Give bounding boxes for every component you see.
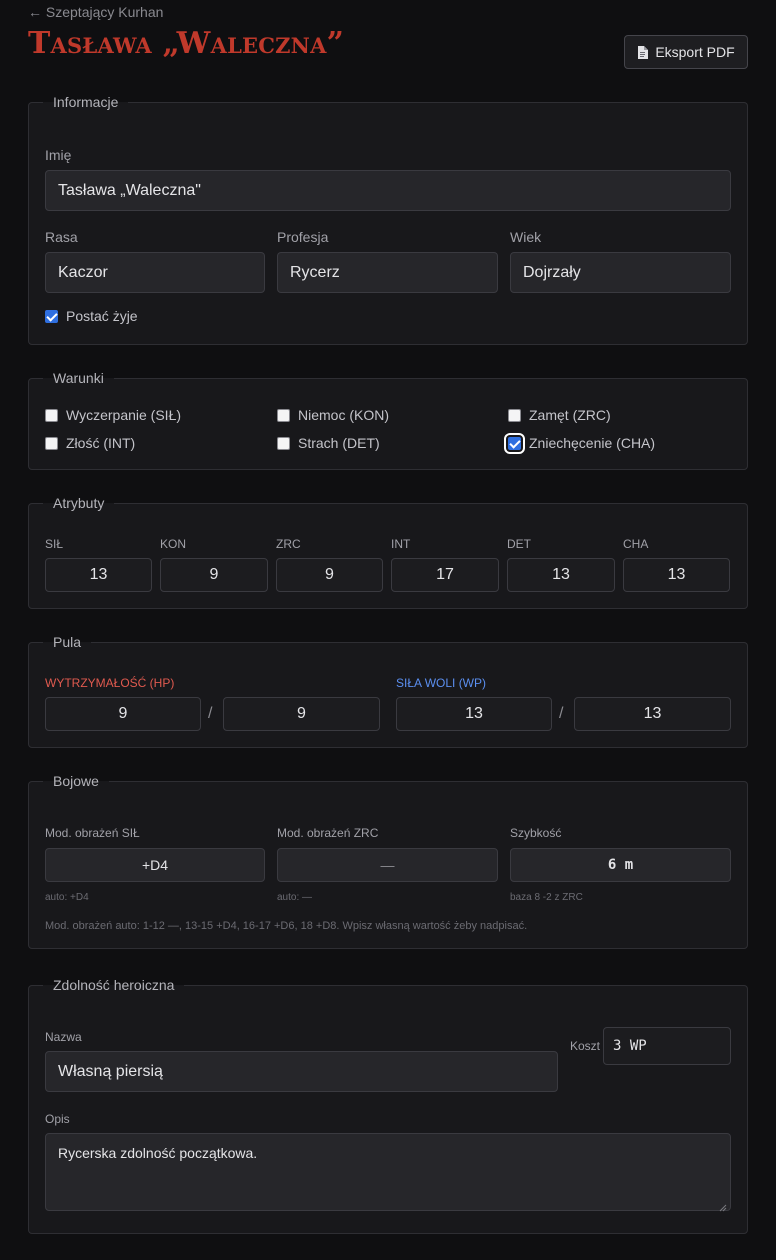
hp-max-input[interactable]: 9 <box>223 697 380 731</box>
attr-input-cha[interactable]: 13 <box>623 558 730 592</box>
heroic-cost-input[interactable]: 3 WP <box>603 1027 731 1065</box>
race-label: Rasa <box>45 229 78 245</box>
resize-grip-icon[interactable] <box>719 1199 727 1212</box>
condition-dazed[interactable]: Zamęt (ZRC) <box>508 407 611 423</box>
attr-label-con: KON <box>160 537 187 551</box>
wp-separator: / <box>559 705 564 722</box>
attributes-legend: Atrybuty <box>53 495 105 511</box>
alive-checkbox[interactable]: Postać żyje <box>45 308 138 324</box>
document-icon <box>637 45 649 59</box>
attr-input-int[interactable]: 17 <box>391 558 499 592</box>
wp-label: SIŁA WOLI (WP) <box>396 676 487 690</box>
agl-damage-mod-input[interactable]: — <box>277 848 498 882</box>
race-input[interactable]: Kaczor <box>45 252 265 293</box>
conditions-legend: Warunki <box>53 370 104 386</box>
condition-exhausted[interactable]: Wyczerpanie (SIŁ) <box>45 407 181 423</box>
speed-hint: baza 8 -2 z ZRC <box>510 892 583 903</box>
profession-input[interactable]: Rycerz <box>277 252 498 293</box>
wp-current-input[interactable]: 13 <box>396 697 552 731</box>
attr-label-cha: CHA <box>623 537 649 551</box>
condition-checkbox-box[interactable] <box>508 408 521 422</box>
export-pdf-button[interactable]: Eksport PDF <box>624 35 748 69</box>
attr-input-wil[interactable]: 13 <box>507 558 615 592</box>
age-input[interactable]: Dojrzały <box>510 252 731 293</box>
speed-label: Szybkość <box>510 826 562 840</box>
back-link[interactable]: ← Szeptający Kurhan <box>28 4 163 20</box>
age-label: Wiek <box>510 229 542 245</box>
info-legend: Informacje <box>53 94 119 110</box>
hp-label: WYTRZYMAŁOŚĆ (HP) <box>45 676 175 690</box>
attr-label-agl: ZRC <box>276 537 301 551</box>
hp-current-input[interactable]: 9 <box>45 697 201 731</box>
attr-input-con[interactable]: 9 <box>160 558 268 592</box>
condition-label: Niemoc (KON) <box>298 407 390 423</box>
condition-checkbox-box[interactable] <box>277 436 290 450</box>
attr-input-agl[interactable]: 9 <box>276 558 383 592</box>
condition-disheartened[interactable]: Zniechęcenie (CHA) <box>504 432 656 454</box>
condition-checkbox-box[interactable] <box>45 408 58 422</box>
export-pdf-label: Eksport PDF <box>655 44 735 60</box>
condition-checkbox-box[interactable] <box>504 432 525 454</box>
speed-input[interactable]: 6 m <box>510 848 731 882</box>
attr-input-str[interactable]: 13 <box>45 558 152 592</box>
str-damage-mod-label: Mod. obrażeń SIŁ <box>45 826 140 840</box>
condition-label: Wyczerpanie (SIŁ) <box>66 407 182 423</box>
heroic-name-label: Nazwa <box>45 1030 82 1044</box>
agl-damage-mod-hint: auto: — <box>277 892 313 903</box>
agl-damage-mod-label: Mod. obrażeń ZRC <box>277 826 379 840</box>
attr-label-wil: DET <box>507 537 531 551</box>
damage-mod-note: Mod. obrażeń auto: 1-12 —, 13-15 +D4, 16… <box>45 920 528 932</box>
condition-checkbox-box[interactable] <box>45 436 58 450</box>
heroic-desc-label: Opis <box>45 1112 70 1126</box>
alive-checkbox-box[interactable] <box>45 309 58 323</box>
condition-checkbox-box[interactable] <box>277 408 290 422</box>
condition-angry[interactable]: Złość (INT) <box>45 435 135 451</box>
str-damage-mod-hint: auto: +D4 <box>45 892 89 903</box>
name-input[interactable]: Tasława „Waleczna" <box>45 170 731 211</box>
condition-label: Strach (DET) <box>298 435 380 451</box>
heroic-desc-textarea[interactable]: Rycerska zdolność początkowa. <box>45 1133 731 1212</box>
pool-legend: Pula <box>53 634 82 650</box>
condition-scared[interactable]: Strach (DET) <box>277 435 380 451</box>
attr-label-str: SIŁ <box>45 537 64 551</box>
str-damage-mod-input[interactable]: +D4 <box>45 848 265 882</box>
hp-separator: / <box>208 705 213 722</box>
heroic-name-input[interactable]: Własną piersią <box>45 1051 558 1092</box>
alive-label: Postać żyje <box>66 308 138 324</box>
wp-max-input[interactable]: 13 <box>574 697 731 731</box>
condition-label: Zamęt (ZRC) <box>529 407 611 423</box>
combat-legend: Bojowe <box>53 773 99 789</box>
attr-label-int: INT <box>391 537 411 551</box>
profession-label: Profesja <box>277 229 329 245</box>
page-title: Tasława „Waleczna” <box>28 26 345 61</box>
heroic-desc-text: Rycerska zdolność początkowa. <box>58 1145 258 1161</box>
condition-label: Zniechęcenie (CHA) <box>529 435 656 451</box>
condition-label: Złość (INT) <box>66 435 136 451</box>
heroic-ability-legend: Zdolność heroiczna <box>53 977 175 993</box>
name-label: Imię <box>45 147 72 163</box>
condition-sickly[interactable]: Niemoc (KON) <box>277 407 389 423</box>
heroic-cost-label: Koszt <box>570 1039 601 1053</box>
